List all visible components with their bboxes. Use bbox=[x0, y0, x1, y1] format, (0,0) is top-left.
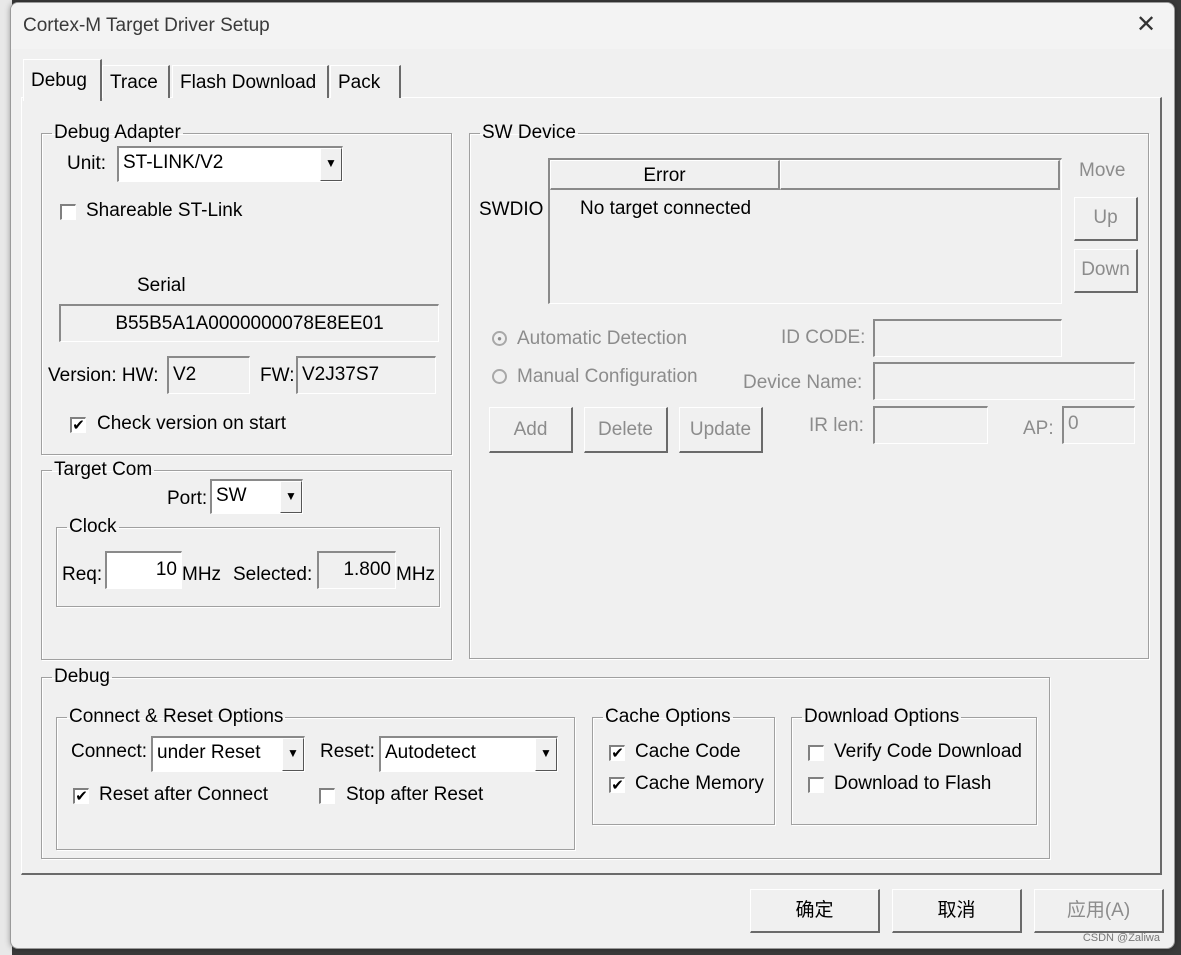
debug-legend: Debug bbox=[54, 666, 110, 687]
download-flash-label: Download to Flash bbox=[834, 773, 992, 794]
tab-pack[interactable]: Pack bbox=[330, 65, 401, 98]
fw-label: FW: bbox=[260, 365, 295, 386]
shareable-label: Shareable ST-Link bbox=[86, 200, 243, 221]
reset-after-connect-checkbox[interactable]: ✔ bbox=[73, 788, 89, 804]
cache-memory-checkbox[interactable]: ✔ bbox=[609, 777, 625, 793]
serial-label: Serial bbox=[137, 275, 186, 296]
up-button[interactable]: Up bbox=[1074, 197, 1138, 241]
chevron-down-icon[interactable]: ▼ bbox=[282, 738, 304, 771]
sw-device-list[interactable]: Error No target connected bbox=[548, 158, 1062, 304]
fw-version-field: V2J37S7 bbox=[296, 356, 436, 394]
manual-config-radio[interactable] bbox=[492, 369, 507, 384]
unit-label: Unit: bbox=[67, 153, 107, 174]
update-button[interactable]: Update bbox=[679, 407, 763, 453]
req-input[interactable]: 10 bbox=[105, 551, 182, 589]
connect-reset-legend: Connect & Reset Options bbox=[69, 706, 284, 727]
error-column-header[interactable]: Error bbox=[550, 160, 780, 190]
cache-code-checkbox[interactable]: ✔ bbox=[609, 745, 625, 761]
auto-detect-label: Automatic Detection bbox=[517, 328, 688, 349]
port-select[interactable]: SW ▼ bbox=[210, 479, 303, 514]
unit-select[interactable]: ST-LINK/V2 ▼ bbox=[117, 146, 343, 182]
ap-field[interactable]: 0 bbox=[1062, 406, 1135, 444]
req-mhz-label: MHz bbox=[182, 564, 222, 585]
tab-flash-download[interactable]: Flash Download bbox=[172, 65, 329, 98]
cache-options-legend: Cache Options bbox=[605, 706, 731, 727]
connect-label: Connect: bbox=[71, 741, 148, 762]
title-bar: Cortex-M Target Driver Setup ✕ bbox=[11, 3, 1174, 49]
device-name-label: Device Name: bbox=[743, 372, 863, 393]
download-options-group: Download Options bbox=[791, 707, 1037, 825]
window-title: Cortex-M Target Driver Setup bbox=[23, 15, 270, 36]
apply-button[interactable]: 应用(A) bbox=[1034, 889, 1164, 933]
add-button[interactable]: Add bbox=[489, 407, 573, 453]
stop-after-reset-checkbox[interactable] bbox=[319, 788, 335, 804]
ap-label: AP: bbox=[1023, 418, 1054, 439]
watermark: CSDN @Zaliwa bbox=[1082, 932, 1160, 944]
selected-mhz-label: MHz bbox=[396, 564, 436, 585]
id-code-label: ID CODE: bbox=[781, 327, 866, 348]
device-name-field[interactable] bbox=[873, 362, 1135, 400]
id-code-field[interactable] bbox=[873, 319, 1062, 357]
download-options-legend: Download Options bbox=[804, 706, 960, 727]
reset-select[interactable]: Autodetect ▼ bbox=[379, 736, 558, 772]
reset-after-connect-label: Reset after Connect bbox=[99, 784, 268, 805]
setup-dialog: Cortex-M Target Driver Setup ✕ Debug Tra… bbox=[10, 2, 1175, 949]
shareable-checkbox[interactable] bbox=[60, 204, 76, 220]
down-button[interactable]: Down bbox=[1074, 249, 1138, 293]
port-value: SW bbox=[216, 485, 247, 506]
clock-legend: Clock bbox=[69, 516, 117, 537]
reset-label: Reset: bbox=[320, 741, 375, 762]
connect-reset-group: Connect & Reset Options bbox=[56, 707, 575, 850]
version-hw-label: Version: HW: bbox=[48, 365, 159, 386]
selected-label: Selected: bbox=[233, 564, 313, 585]
connect-select[interactable]: under Reset ▼ bbox=[151, 736, 305, 772]
hw-version-field: V2 bbox=[167, 356, 250, 394]
delete-button[interactable]: Delete bbox=[584, 407, 668, 453]
cache-code-label: Cache Code bbox=[635, 741, 741, 762]
reset-value: Autodetect bbox=[385, 742, 476, 763]
manual-config-label: Manual Configuration bbox=[517, 366, 698, 387]
move-label: Move bbox=[1079, 160, 1126, 181]
debug-adapter-legend: Debug Adapter bbox=[54, 122, 181, 143]
list-item[interactable]: No target connected bbox=[580, 198, 751, 220]
verify-download-checkbox[interactable] bbox=[808, 745, 824, 761]
chevron-down-icon[interactable]: ▼ bbox=[320, 148, 342, 181]
swdio-label: SWDIO bbox=[479, 199, 544, 220]
verify-download-label: Verify Code Download bbox=[834, 741, 1022, 762]
port-label: Port: bbox=[167, 488, 208, 509]
ir-len-label: IR len: bbox=[809, 415, 864, 436]
chevron-down-icon[interactable]: ▼ bbox=[280, 481, 302, 513]
stop-after-reset-label: Stop after Reset bbox=[346, 784, 484, 805]
serial-field: B55B5A1A0000000078E8EE01 bbox=[59, 304, 439, 342]
empty-column-header[interactable] bbox=[780, 160, 1060, 190]
ir-len-field[interactable] bbox=[873, 406, 988, 444]
unit-value: ST-LINK/V2 bbox=[123, 152, 224, 173]
download-flash-checkbox[interactable] bbox=[808, 777, 824, 793]
tab-debug[interactable]: Debug bbox=[23, 59, 102, 101]
sw-device-legend: SW Device bbox=[482, 122, 576, 143]
selected-field: 1.800 bbox=[317, 551, 396, 589]
req-label: Req: bbox=[62, 564, 103, 585]
connect-value: under Reset bbox=[157, 742, 261, 763]
close-icon[interactable]: ✕ bbox=[1132, 11, 1160, 39]
cache-memory-label: Cache Memory bbox=[635, 773, 764, 794]
auto-detect-radio[interactable]: ● bbox=[492, 331, 507, 346]
target-com-legend: Target Com bbox=[54, 459, 153, 480]
check-version-checkbox[interactable]: ✔ bbox=[70, 417, 86, 433]
tab-trace[interactable]: Trace bbox=[102, 65, 170, 98]
ok-button[interactable]: 确定 bbox=[750, 889, 880, 933]
check-version-label: Check version on start bbox=[97, 413, 287, 434]
cancel-button[interactable]: 取消 bbox=[892, 889, 1022, 933]
chevron-down-icon[interactable]: ▼ bbox=[535, 738, 557, 771]
cache-options-group: Cache Options bbox=[592, 707, 775, 825]
